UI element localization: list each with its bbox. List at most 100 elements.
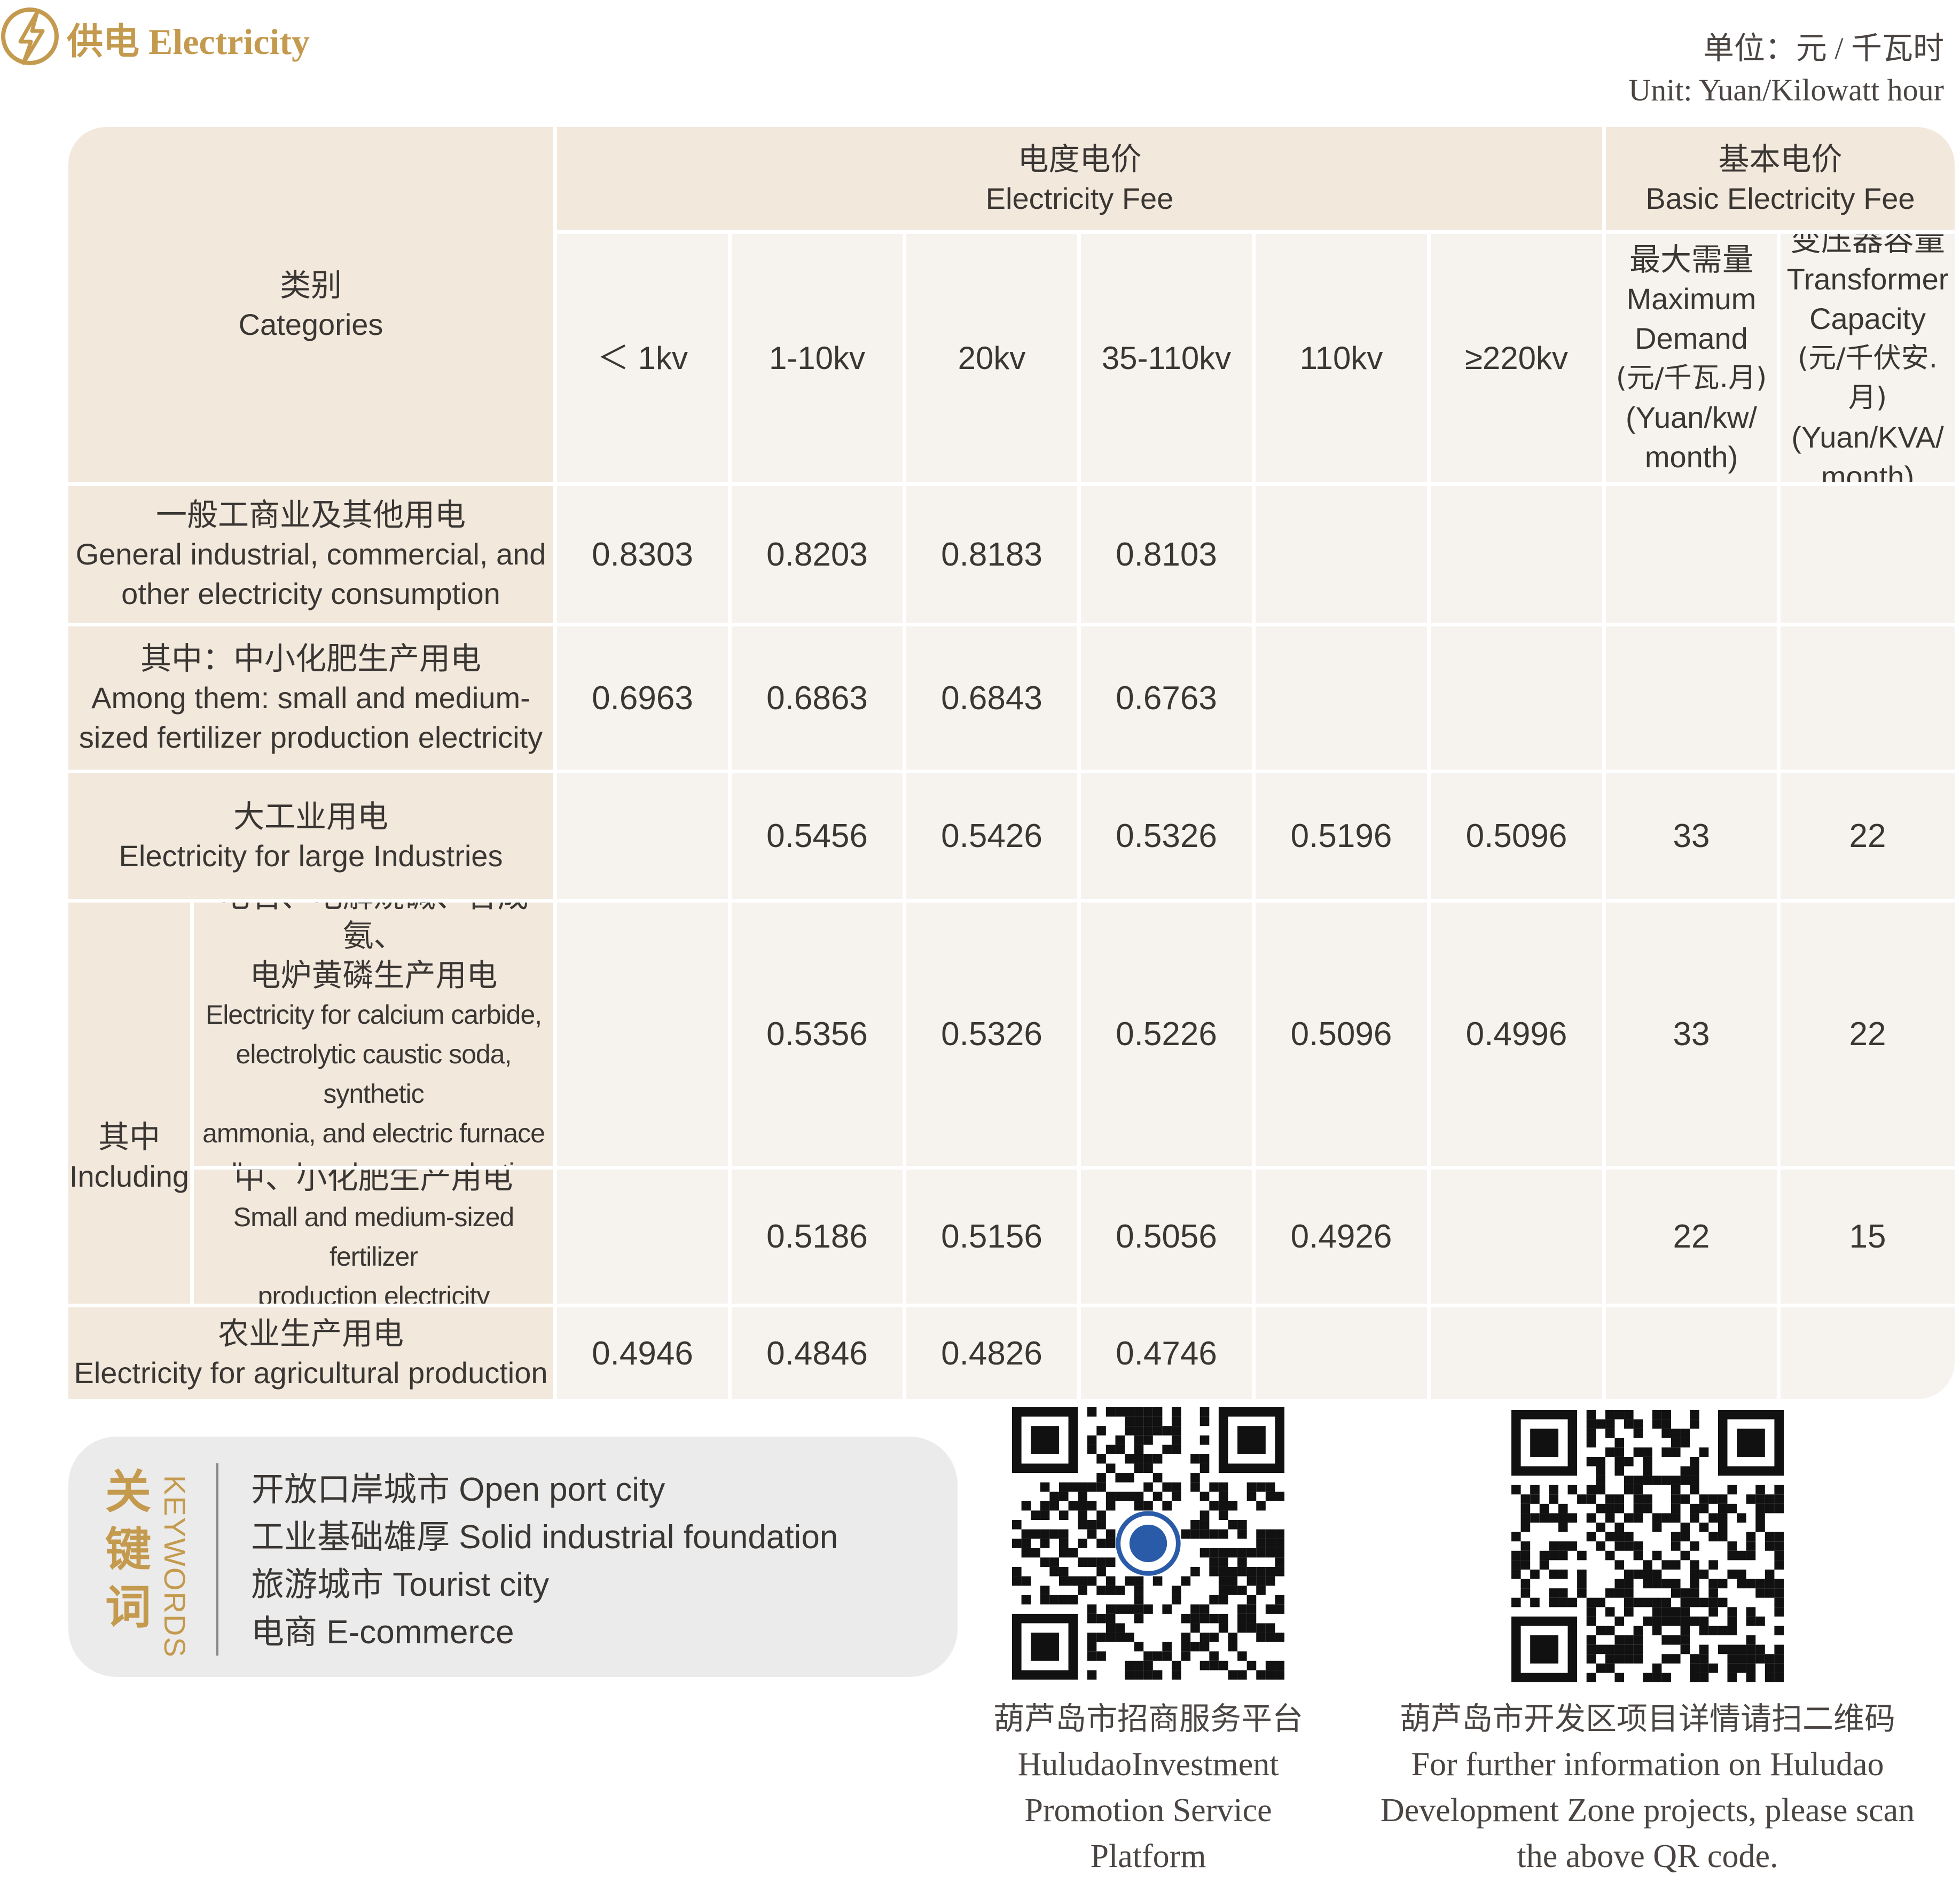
value-cell (1781, 626, 1955, 773)
keyword-item: 电商 E-commerce (251, 1612, 514, 1651)
electricity-price-table: 类别 Categories 电度电价 Electricity Fee 基本电价 … (0, 0, 1960, 1399)
value-cell: 0.5226 (1081, 903, 1256, 1170)
voltage-header: 20kv (906, 234, 1081, 486)
value-cell: 0.8103 (1081, 486, 1256, 626)
value-cell: 0.8203 (732, 486, 906, 626)
voltage-header: 1-10kv (732, 234, 906, 486)
value-cell: 33 (1606, 773, 1781, 903)
electricity-fee-header: 电度电价 Electricity Fee (557, 127, 1606, 234)
value-cell (1606, 486, 1781, 626)
value-text: 0.5196 (1290, 818, 1392, 854)
voltage-header: ≥220kv (1431, 234, 1606, 486)
value-text: 22 (1849, 818, 1886, 854)
value-cell (1781, 486, 1955, 626)
value-text: 0.5456 (766, 818, 868, 854)
value-text: 0.5426 (941, 818, 1042, 854)
value-text: 15 (1849, 1218, 1886, 1255)
value-cell: 0.6843 (906, 626, 1081, 773)
value-cell (1606, 626, 1781, 773)
categories-header: 类别 Categories (68, 127, 557, 486)
value-cell: 0.4746 (1081, 1307, 1256, 1399)
value-text: 33 (1673, 1016, 1710, 1053)
value-cell: 0.5456 (732, 773, 906, 903)
value-text: 0.5096 (1290, 1016, 1392, 1053)
value-cell: 0.4926 (1256, 1170, 1431, 1307)
value-text: 0.5326 (1116, 818, 1217, 854)
value-text: 0.4746 (1116, 1335, 1217, 1372)
qr-code-development-zone[interactable] (1511, 1410, 1784, 1682)
value-cell: 0.4996 (1431, 903, 1606, 1170)
value-cell: 33 (1606, 903, 1781, 1170)
value-cell: 0.5156 (906, 1170, 1081, 1307)
value-cell (557, 1170, 732, 1307)
value-text: 22 (1849, 1016, 1886, 1053)
value-text: 33 (1673, 818, 1710, 854)
keywords-divider (216, 1463, 218, 1656)
voltage-header: ＜ 1kv (557, 234, 732, 486)
keywords-list: 开放口岸城市 Open port city 工业基础雄厚 Solid indus… (251, 1466, 838, 1656)
value-cell: 0.5326 (1081, 773, 1256, 903)
value-text: 22 (1673, 1218, 1710, 1255)
value-text: 0.5096 (1465, 818, 1567, 854)
row-category-agricultural: 农业生产用电 Electricity for agricultural prod… (68, 1307, 557, 1399)
keywords-title-zh: 关 键 词 (105, 1465, 151, 1634)
qr-caption-left: 葫芦岛市招商服务平台 HuludaoInvestment Promotion S… (993, 1700, 1303, 1875)
value-text: 0.8303 (592, 536, 693, 573)
max-demand-header: 最大需量 Maximum Demand (元/千瓦.月) (Yuan/kw/ m… (1606, 234, 1781, 486)
value-text: 0.5186 (766, 1218, 868, 1255)
transformer-capacity-header: 变压器容量 Transformer Capacity (元/千伏安.月) (Yu… (1781, 234, 1955, 486)
value-cell: 22 (1606, 1170, 1781, 1307)
value-cell: 0.5356 (732, 903, 906, 1170)
value-text: 0.6863 (766, 679, 868, 717)
keyword-item: 旅游城市 Tourist city (251, 1565, 550, 1604)
basic-fee-header: 基本电价 Basic Electricity Fee (1606, 127, 1955, 234)
value-text: 0.6843 (941, 679, 1042, 717)
value-text: 0.4996 (1465, 1016, 1567, 1053)
row-category-general: 一般工商业及其他用电 General industrial, commercia… (68, 486, 557, 626)
value-cell (1256, 1307, 1431, 1399)
value-cell: 15 (1781, 1170, 1955, 1307)
row-category-large-industry: 大工业用电 Electricity for large Industries (68, 773, 557, 903)
row-category-fertilizer-small: 其中：中小化肥生产用电 Among them: small and medium… (68, 626, 557, 773)
value-cell: 0.5056 (1081, 1170, 1256, 1307)
value-text: 0.8103 (1116, 536, 1217, 573)
value-cell: 0.6763 (1081, 626, 1256, 773)
value-text: 0.6963 (592, 679, 693, 717)
value-text: 0.4926 (1290, 1218, 1392, 1255)
qr-code-investment-platform[interactable] (1012, 1407, 1284, 1680)
value-cell: 0.5186 (732, 1170, 906, 1307)
value-text: 0.5356 (766, 1016, 868, 1053)
including-group-label: 其中 Including (68, 903, 194, 1307)
value-cell: 0.8303 (557, 486, 732, 626)
value-text: 0.5156 (941, 1218, 1042, 1255)
voltage-header: 35-110kv (1081, 234, 1256, 486)
value-cell: 0.4946 (557, 1307, 732, 1399)
value-cell: 0.5096 (1431, 773, 1606, 903)
keyword-item: 工业基础雄厚 Solid industrial foundation (251, 1517, 838, 1556)
value-cell (1431, 486, 1606, 626)
row-category-calcium-carbide: 电石、电解烧碱、合成氨、 电炉黄磷生产用电 Electricity for ca… (194, 903, 557, 1170)
value-cell (1256, 626, 1431, 773)
voltage-header: 110kv (1256, 234, 1431, 486)
value-text: 0.4946 (592, 1335, 693, 1372)
value-cell (1781, 1307, 1955, 1399)
value-cell (557, 773, 732, 903)
value-cell (1431, 626, 1606, 773)
value-text: 0.5226 (1116, 1016, 1217, 1053)
value-text: 0.6763 (1116, 679, 1217, 717)
value-cell (557, 903, 732, 1170)
value-text: 0.4826 (941, 1335, 1042, 1372)
value-cell: 0.6863 (732, 626, 906, 773)
value-cell: 0.5326 (906, 903, 1081, 1170)
keywords-title-en: KEYWORDS (158, 1475, 192, 1658)
value-text: 0.8183 (941, 536, 1042, 573)
value-text: 0.5326 (941, 1016, 1042, 1053)
value-cell (1431, 1170, 1606, 1307)
value-cell: 0.8183 (906, 486, 1081, 626)
value-cell (1606, 1307, 1781, 1399)
value-cell: 0.6963 (557, 626, 732, 773)
value-text: 0.5056 (1116, 1218, 1217, 1255)
value-cell: 22 (1781, 903, 1955, 1170)
keyword-item: 开放口岸城市 Open port city (251, 1470, 665, 1509)
value-cell: 0.4826 (906, 1307, 1081, 1399)
